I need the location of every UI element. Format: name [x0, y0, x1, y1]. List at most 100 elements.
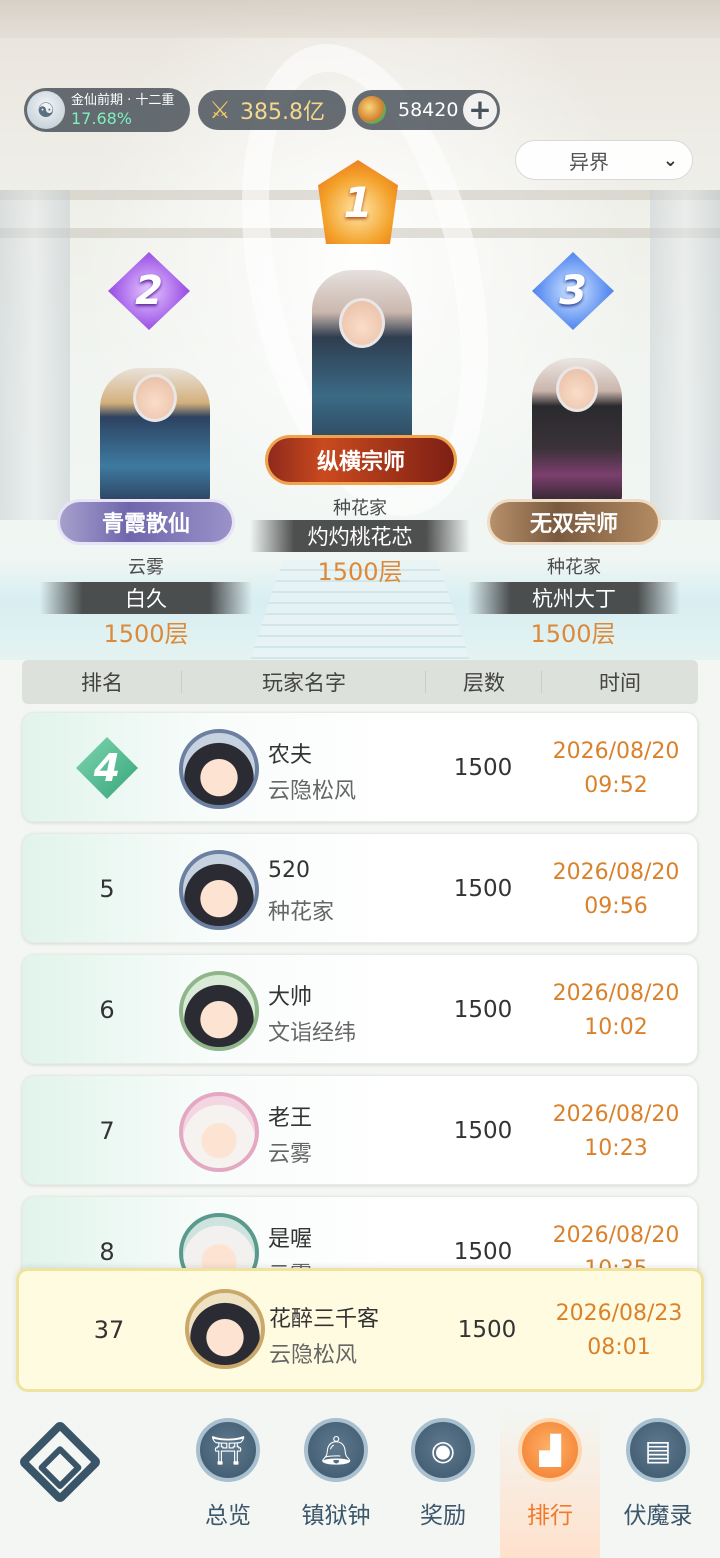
player-name: 是喔	[268, 1227, 313, 1252]
my-ranking-row[interactable]: 37 花醉三千客 云隐松风 1500 2026/08/23 08:01	[16, 1268, 704, 1392]
rank-2-character[interactable]	[100, 368, 210, 508]
rank-2-name: 白久	[40, 582, 252, 614]
nav-label: 镇狱钟	[301, 1503, 371, 1529]
player-name: 大帅	[268, 985, 313, 1010]
player-sect: 云雾	[268, 1142, 313, 1167]
player-floor: 1500	[453, 755, 513, 781]
rank-3-sect: 种花家	[547, 557, 601, 578]
character-head	[339, 298, 385, 348]
ranking-icon: ▟	[518, 1418, 582, 1482]
my-time: 2026/08/23 08:01	[534, 1297, 704, 1365]
menu-logo-icon[interactable]	[17, 1419, 103, 1505]
table-row[interactable]: 6 大帅 文诣经纬 1500 2026/08/20 10:02	[22, 954, 698, 1064]
rank-3-character[interactable]	[532, 358, 622, 508]
player-time: 2026/08/20 10:23	[531, 1098, 701, 1166]
player-clock: 09:52	[584, 773, 648, 798]
currency-pill[interactable]: 58420 +	[352, 90, 500, 130]
rank-1-floor: 1500层	[317, 558, 403, 586]
nav-label: 伏魔录	[623, 1503, 693, 1529]
rank-2-number: 2	[135, 268, 163, 314]
crossed-swords-icon: ⚔	[209, 96, 231, 124]
player-sect: 云隐松风	[268, 779, 357, 804]
nav-item-demon-record[interactable]: ▤ 伏魔录	[608, 1410, 708, 1558]
header-time-label: 时间	[599, 671, 641, 695]
player-time: 2026/08/20 09:52	[531, 735, 701, 803]
realm-filter-dropdown[interactable]: 异界 ⌄	[515, 140, 693, 180]
currency-value: 58420	[398, 99, 459, 121]
reward-icon: ◉	[411, 1418, 475, 1482]
my-name: 花醉三千客	[269, 1307, 380, 1332]
ranking-table-header: 排名 玩家名字 层数 时间	[22, 660, 698, 704]
cultivation-realm-pill[interactable]: ☯ 金仙前期 · 十二重 17.68%	[24, 88, 190, 132]
player-avatar[interactable]	[179, 729, 259, 809]
combat-power-value: 385.8亿	[240, 100, 325, 125]
player-name: 农夫	[268, 743, 313, 768]
player-date: 2026/08/20	[552, 739, 680, 764]
my-floor: 1500	[457, 1317, 517, 1343]
my-date: 2026/08/23	[555, 1301, 683, 1326]
pillar-right	[650, 190, 720, 520]
rank-3-title: 无双宗师	[490, 502, 658, 542]
rank-3-badge: 3	[532, 252, 614, 330]
rank-3-name: 杭州大丁	[468, 582, 680, 614]
player-clock: 09:56	[584, 894, 648, 919]
combat-power-pill[interactable]: ⚔ 385.8亿	[198, 90, 346, 130]
player-time: 2026/08/20 10:02	[531, 977, 701, 1045]
rank-2-sect: 云雾	[128, 557, 164, 578]
rank-2-title: 青霞散仙	[60, 502, 232, 542]
player-sect: 种花家	[268, 900, 335, 925]
realm-name: 金仙前期 · 十二重	[71, 92, 175, 108]
chevron-down-icon: ⌄	[662, 150, 678, 171]
row-rank: 4	[23, 713, 191, 823]
row-rank: 6	[99, 996, 115, 1024]
add-currency-button[interactable]: +	[463, 93, 497, 127]
bell-icon: 🔔︎	[304, 1418, 368, 1482]
realm-filter-value: 异界	[569, 149, 609, 174]
rank-1-title: 纵横宗师	[268, 438, 454, 482]
my-clock: 08:01	[587, 1335, 651, 1360]
my-sect: 云隐松风	[269, 1343, 358, 1368]
nav-item-overview[interactable]: ⛩ 总览	[178, 1410, 278, 1558]
player-avatar[interactable]	[179, 1092, 259, 1172]
table-row[interactable]: 4 农夫 云隐松风 1500 2026/08/20 09:52	[22, 712, 698, 822]
character-head	[133, 374, 177, 422]
header-player-name: 玩家名字	[182, 667, 426, 697]
pillar-left	[0, 190, 70, 520]
nav-item-ranking[interactable]: ▟ 排行	[500, 1410, 600, 1558]
pagoda-icon: ⛩	[196, 1418, 260, 1482]
rank-3-floor: 1500层	[530, 620, 616, 648]
player-time: 2026/08/20 09:56	[531, 856, 701, 924]
player-floor: 1500	[453, 997, 513, 1023]
character-head	[556, 366, 598, 412]
header-rank-label: 排名	[81, 671, 123, 695]
player-date: 2026/08/20	[552, 981, 680, 1006]
player-floor: 1500	[453, 1118, 513, 1144]
scroll-icon: ▤	[626, 1418, 690, 1482]
roof-beam	[0, 0, 720, 38]
nav-label: 排行	[527, 1503, 573, 1529]
rank-2-floor: 1500层	[103, 620, 189, 648]
realm-progress: 17.68%	[71, 108, 133, 128]
player-date: 2026/08/20	[552, 1102, 680, 1127]
nav-label: 总览	[205, 1503, 251, 1529]
nav-item-rewards[interactable]: ◉ 奖励	[393, 1410, 493, 1558]
plus-icon: +	[468, 93, 492, 126]
header-time: 时间	[542, 667, 698, 697]
player-avatar[interactable]	[179, 850, 259, 930]
nav-item-prison-bell[interactable]: 🔔︎ 镇狱钟	[286, 1410, 386, 1558]
cultivator-avatar-icon: ☯	[27, 91, 65, 129]
rank-3-number: 3	[559, 268, 587, 314]
header-floor-label: 层数	[463, 671, 505, 695]
rank-4-badge: 4	[76, 737, 138, 799]
rank-1-number: 1	[343, 177, 373, 227]
player-date: 2026/08/20	[552, 1223, 680, 1248]
table-row[interactable]: 7 老王 云雾 1500 2026/08/20 10:23	[22, 1075, 698, 1185]
header-rank: 排名	[22, 667, 182, 697]
rank-1-sect: 种花家	[333, 498, 387, 519]
table-row[interactable]: 5 520 种花家 1500 2026/08/20 09:56	[22, 833, 698, 943]
player-avatar[interactable]	[179, 971, 259, 1051]
player-clock: 10:02	[584, 1015, 648, 1040]
my-rank: 37	[93, 1316, 125, 1344]
my-avatar[interactable]	[185, 1289, 265, 1369]
rank-2-badge: 2	[108, 252, 190, 330]
